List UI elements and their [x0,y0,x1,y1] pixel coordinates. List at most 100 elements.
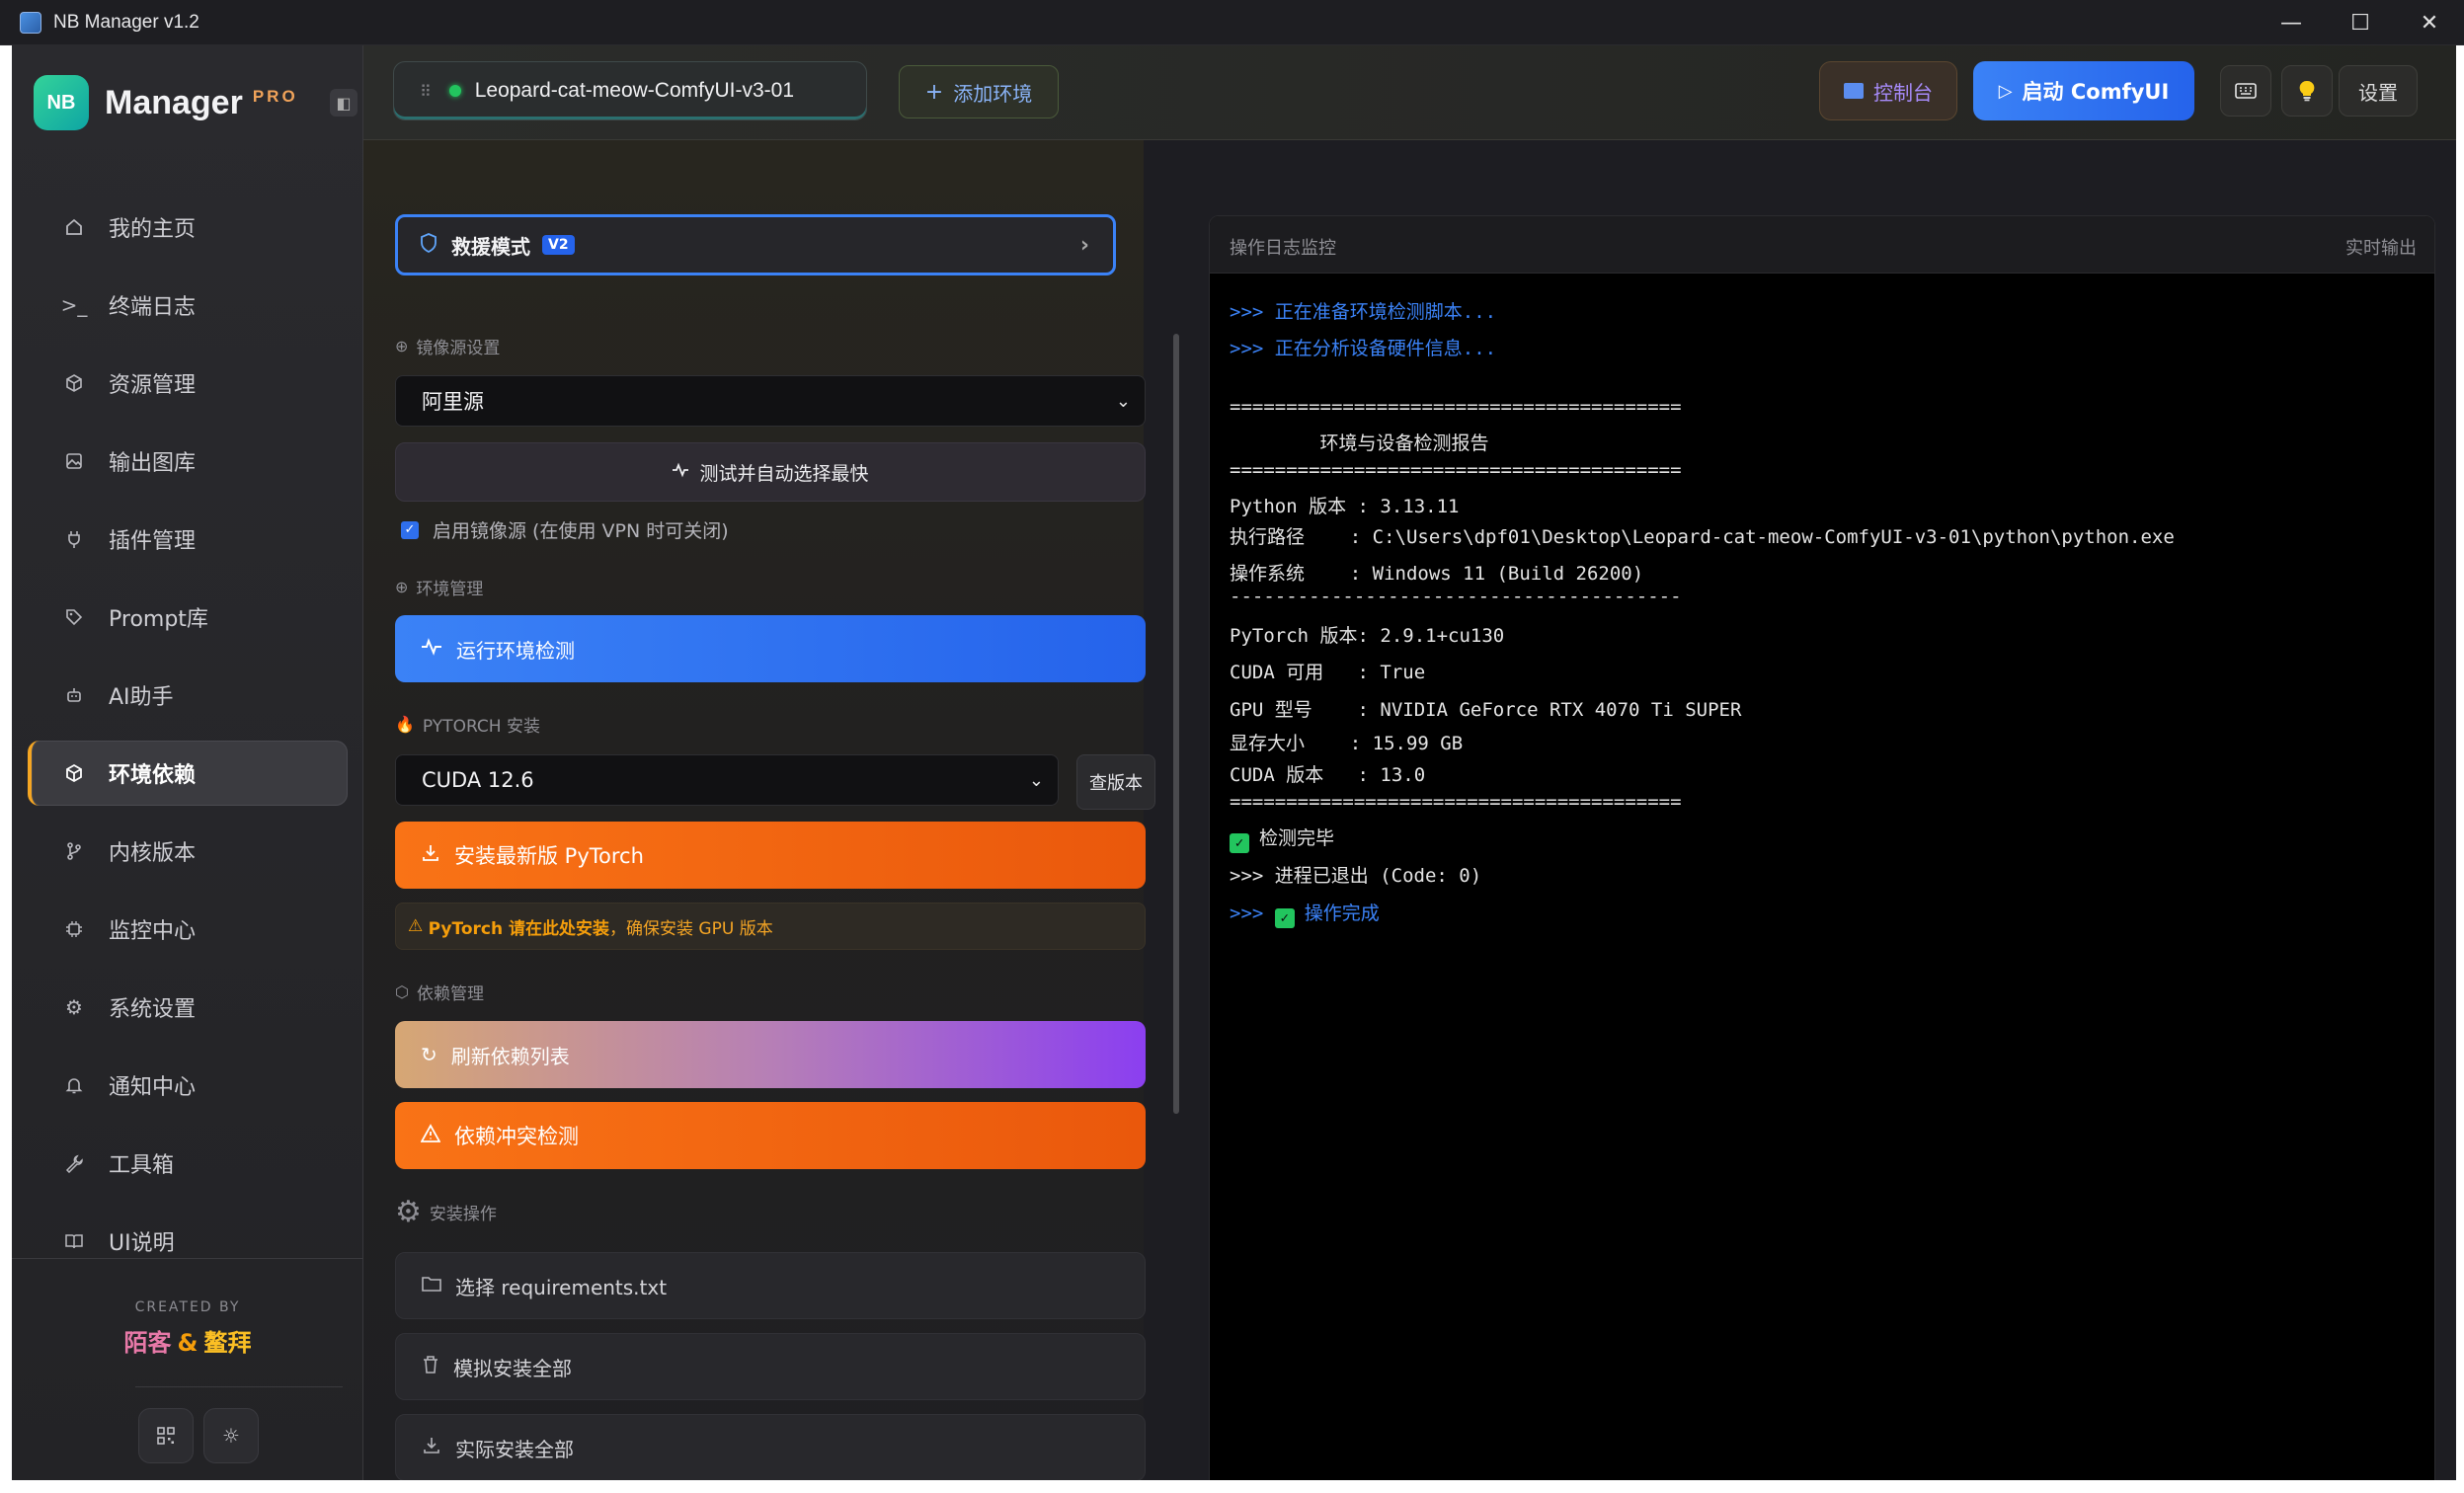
credit-ampersand: & [177,1329,199,1357]
gear-icon: ⚙ [65,995,83,1019]
keyboard-icon[interactable] [2220,65,2271,117]
warning-icon: ⚠ [408,916,429,936]
theme-sun-icon[interactable]: ☼ [203,1408,259,1463]
app-icon [20,11,41,34]
sidebar-item-gallery[interactable]: 输出图库 [28,429,348,494]
log-line: CUDA 可用 : True [1230,662,1426,683]
gear-icon: ⚙ [395,1195,422,1229]
pytorch-section-label: 🔥 PYTORCH 安装 [395,712,540,737]
drag-handle-icon[interactable]: ⠿ [420,82,432,101]
environment-panel: 救援模式 V2 › ⊕ 镜像源设置 阿里源 ⌄ 测试并自动选择最快 ✓ 启用镜像… [363,140,1155,1480]
sidebar-item-kernel[interactable]: 内核版本 [28,819,348,884]
checkbox-checked-icon[interactable]: ✓ [401,520,419,539]
log-header: 操作日志监控 实时输出 [1210,216,2434,274]
log-line: ======================================== [1230,791,1682,813]
sidebar-item-home[interactable]: 我的主页 [28,195,348,260]
sidebar-item-label: 通知中心 [109,1075,197,1100]
folder-icon [422,1274,441,1297]
panel-scrollbar[interactable] [1173,334,1179,1114]
maximize-button[interactable]: ☐ [2326,0,2395,45]
shield-icon [420,232,437,258]
log-line: CUDA 版本 : 13.0 [1230,764,1426,786]
deps-section-label: ⬡ 依赖管理 [395,980,484,1004]
env-tab-label: Leopard-cat-meow-ComfyUI-v3-01 [474,79,794,102]
test-mirror-button[interactable]: 测试并自动选择最快 [395,442,1146,502]
brand: NB Manager PRO ◧ [34,73,358,132]
sidebar-item-label: 系统设置 [109,997,197,1022]
check-version-button[interactable]: 查版本 [1076,754,1155,810]
select-requirements-button[interactable]: 选择 requirements.txt [395,1252,1146,1319]
monitor-icon [1844,83,1864,99]
collapse-sidebar-icon[interactable]: ◧ [330,89,358,117]
sidebar-divider-bottom [135,1386,343,1387]
run-env-check-button[interactable]: 运行环境检测 [395,615,1146,682]
sidebar-item-monitor[interactable]: 监控中心 [28,897,348,962]
image-icon [61,448,87,474]
pytorch-section-text: PYTORCH 安装 [422,717,540,737]
conflict-check-button[interactable]: 依赖冲突检测 [395,1102,1146,1169]
credit-author-a: 陌客 [123,1329,172,1357]
brand-name: Manager [105,83,243,121]
log-line: 环境与设备检测报告 [1230,432,1489,454]
launch-comfyui-button[interactable]: ▷ 启动 ComfyUI [1973,61,2194,120]
sidebar-item-toolbox[interactable]: 工具箱 [28,1131,348,1196]
real-install-button[interactable]: 实际安装全部 [395,1414,1146,1480]
activity-icon [421,637,442,662]
sidebar-item-ui-guide[interactable]: UI说明 [28,1209,348,1274]
install-pytorch-button[interactable]: 安装最新版 PyTorch [395,822,1146,889]
conflict-check-label: 依赖冲突检测 [454,1125,579,1148]
sidebar-item-system-settings[interactable]: ⚙ 系统设置 [28,975,348,1040]
sidebar-item-label: UI说明 [109,1231,175,1256]
refresh-deps-label: 刷新依赖列表 [450,1044,570,1068]
window-titlebar: NB Manager v1.2 — ☐ ✕ [0,0,2464,45]
log-line: 显存大小 : 15.99 GB [1230,733,1464,754]
refresh-deps-button[interactable]: ↻ 刷新依赖列表 [395,1021,1146,1088]
realtime-label: 实时输出 [2345,238,2417,259]
log-line: 操作系统 : Windows 11 (Build 26200) [1230,563,1644,585]
rescue-mode-button[interactable]: 救援模式 V2 › [395,214,1116,275]
sidebar-item-notifications[interactable]: 通知中心 [28,1053,348,1118]
cuda-select-value: CUDA 12.6 [422,768,534,792]
branch-icon [61,838,87,864]
sidebar-item-prompts[interactable]: Prompt库 [28,585,348,650]
env-tab[interactable]: ⠿ Leopard-cat-meow-ComfyUI-v3-01 [393,61,867,120]
sidebar-item-label: 终端日志 [109,295,197,320]
log-line: 执行路径 : C:\Users\dpf01\Desktop\Leopard-ca… [1230,526,2175,548]
simulate-install-button[interactable]: 模拟安装全部 [395,1333,1146,1400]
chevron-right-icon: › [1079,232,1089,258]
globe-icon: ⊕ [395,578,409,596]
settings-button[interactable]: 设置 [2339,65,2418,117]
cpu-icon [61,916,87,942]
sidebar-item-ai-assistant[interactable]: AI助手 [28,663,348,728]
console-button[interactable]: 控制台 [1819,61,1957,120]
lightbulb-icon[interactable] [2281,65,2333,117]
download-icon [421,843,440,868]
sidebar-item-plugins[interactable]: 插件管理 [28,507,348,572]
cuda-select[interactable]: CUDA 12.6 ⌄ [395,754,1059,806]
sidebar-item-terminal[interactable]: >_ 终端日志 [28,273,348,338]
add-environment-label: 添加环境 [953,81,1033,106]
minimize-button[interactable]: — [2257,0,2326,45]
log-line: Python 版本 : 3.13.11 [1230,496,1460,517]
sidebar-item-environment[interactable]: 环境依赖 [28,741,348,806]
deps-section-text: 依赖管理 [416,984,484,1004]
version-badge: V2 [542,235,575,255]
select-requirements-label: 选择 requirements.txt [455,1275,668,1299]
close-button[interactable]: ✕ [2395,0,2464,45]
sidebar-item-label: Prompt库 [109,607,208,632]
sidebar-item-label: 监控中心 [109,919,197,944]
qr-code-icon[interactable] [138,1408,194,1463]
status-dot [448,85,461,97]
box-icon [61,370,87,396]
mirror-select[interactable]: 阿里源 ⌄ [395,375,1146,427]
pytorch-warning: ⚠ PyTorch 请在此处安装 ，确保安装 GPU 版本 [395,903,1146,950]
add-environment-button[interactable]: + 添加环境 [899,65,1059,118]
log-line: GPU 型号 : NVIDIA GeForce RTX 4070 Ti SUPE… [1230,699,1742,721]
log-line-complete: >>> ✓ 操作完成 [1230,899,1380,928]
test-mirror-label: 测试并自动选择最快 [699,462,869,485]
plug-icon [61,526,87,552]
sidebar-item-resources[interactable]: 资源管理 [28,351,348,416]
mirror-checkbox[interactable]: ✓ 启用镜像源 (在使用 VPN 时可关闭) [401,516,729,543]
log-line: >>> 正在准备环境检测脚本... [1230,301,1497,323]
sidebar-item-label: 输出图库 [109,451,197,476]
